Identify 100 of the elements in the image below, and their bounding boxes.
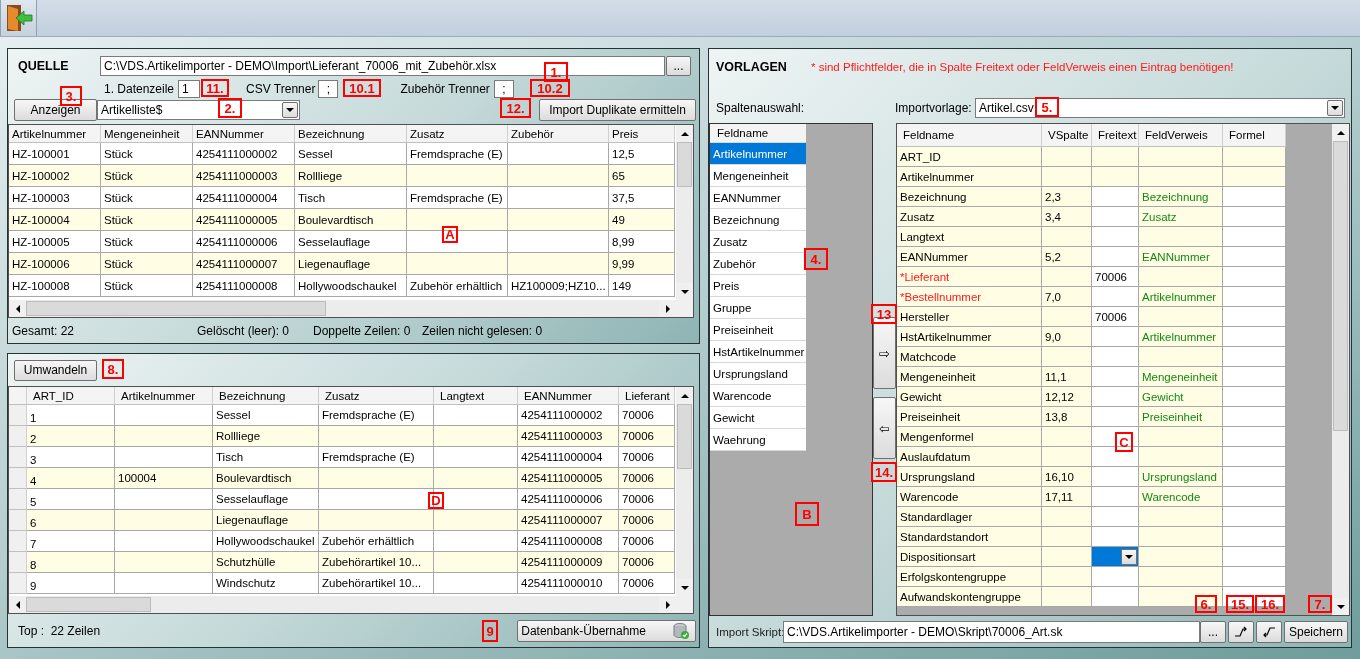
table-cell: Langtext [897,227,1042,247]
browse-button[interactable]: ... [1200,620,1226,643]
table-cell: Auslaufdatum [897,447,1042,467]
table-cell: 4254111000004 [518,447,619,468]
table-cell: Preiseinheit [1139,407,1223,427]
table-cell: Zubehörartikel 10... [319,573,434,594]
table-cell: Gewicht [1139,387,1223,407]
column-header: Langtext [434,387,518,405]
annotation-marker: 2. [218,98,242,118]
scroll-up-button[interactable] [676,387,693,404]
table-cell: Stück [101,231,193,253]
convert-button[interactable]: Umwandeln [14,359,97,381]
annotation-marker: 7. [1308,595,1332,613]
table-cell: 4254111000004 [193,187,295,209]
annotation-marker: B [795,502,819,526]
table-cell: Boulevardtisch [213,468,319,489]
table-cell: 49 [609,209,675,231]
table-cell: *Lieferant [897,267,1042,287]
table-cell: 5 [27,489,115,510]
table-cell: 37,5 [609,187,675,209]
table-cell: Sessel [295,143,407,165]
separator-field[interactable]: ; [318,80,339,98]
script-path-field[interactable]: C:\VDS.Artikelimporter - DEMO\Skript\70006_Art.sk [783,620,1200,643]
move-left-button[interactable]: ⇦ [873,397,896,459]
import-button[interactable] [1256,620,1282,643]
table-cell: 4254111000005 [518,468,619,489]
number-field[interactable]: 1 [178,80,201,98]
column-header: Formel [1223,124,1286,147]
table-cell: 4254111000008 [518,531,619,552]
table-cell: 70006 [619,468,675,489]
table-cell: 4254111000002 [518,405,619,426]
table-cell [1042,307,1092,327]
table-cell [1042,567,1092,587]
scrollbar-thumb[interactable] [677,142,692,187]
column-header: Mengeneinheit [101,125,193,143]
table-cell: HZ-100005 [9,231,101,253]
exit-button[interactable] [0,0,37,36]
scrollbar-thumb[interactable] [26,597,151,612]
table-cell: Stück [101,187,193,209]
table-cell: Standardlager [897,507,1042,527]
annotation-marker: 15. [1226,595,1254,613]
column-header: Artikelnummer [115,387,213,405]
table-cell: 70006 [1092,267,1139,287]
dropdown-button[interactable] [282,102,298,118]
table-cell: 70006 [619,405,675,426]
annotation-marker: 13 [871,304,897,324]
table-cell: Artikelnummer [1139,327,1223,347]
column-header: Preis [609,125,675,143]
browse-button[interactable]: ... [666,56,691,76]
scrollbar-thumb[interactable] [1333,141,1348,431]
scroll-left-button[interactable] [9,300,26,317]
scroll-down-button[interactable] [676,283,693,300]
table-cell: 4254111000006 [518,489,619,510]
save-button[interactable]: Speichern [1284,620,1348,643]
annotation-marker: 12. [500,98,531,118]
table-cell: Mengenformel [897,427,1042,447]
table-cell: Fremdsprache (E) [407,187,508,209]
down-arrow-icon [1336,604,1345,609]
annotation-marker: 5. [1035,97,1059,117]
scroll-up-button[interactable] [676,125,693,142]
table-cell: 4254111000002 [193,143,295,165]
scroll-left-button[interactable] [9,596,26,613]
field-label: Importvorlage: [895,101,973,115]
separator-field[interactable]: ; [493,80,514,98]
table-cell: Fremdsprache (E) [319,447,434,468]
table-cell: 70006 [619,426,675,447]
scroll-right-button[interactable] [659,300,676,317]
table-cell: Boulevardtisch [295,209,407,231]
field-label: CSV Trenner [246,82,316,96]
table-cell: 17,11 [1042,487,1092,507]
scroll-down-button[interactable] [676,579,693,596]
table-cell: Tisch [213,447,319,468]
table-cell [1042,167,1092,187]
scroll-up-button[interactable] [1332,124,1349,141]
selected-option: Artikelliste$ [101,103,163,117]
export-button[interactable] [1228,620,1254,643]
table-cell: HZ-100002 [9,165,101,187]
scrollbar-thumb[interactable] [26,301,326,316]
table-cell: Ursprungsland [1139,467,1223,487]
row-header [9,531,27,552]
import-button[interactable]: Datenbank-Übernahme [517,619,696,642]
dropdown-button[interactable] [1121,548,1137,565]
table-cell: Mengeneinheit [1139,367,1223,387]
duplicates-button[interactable]: Import Duplikate ermitteln [539,99,696,121]
scrollbar-thumb[interactable] [677,404,692,469]
dropdown-button[interactable] [1327,100,1343,116]
table-cell: EANNummer [1139,247,1223,267]
column-header: Zusatz [319,387,434,405]
table-cell: Erfolgskontengruppe [897,567,1042,587]
status-text: Doppelte Zeilen: 0 [313,323,412,338]
table-cell: Warencode [897,487,1042,507]
table-cell: Schutzhülle [213,552,319,573]
annotation-marker: C [1115,432,1133,452]
list-item[interactable]: Artikelnummer [710,143,806,165]
column-header: Zubehör [508,125,609,143]
scroll-down-button[interactable] [1332,598,1349,615]
table-cell: 4254111000006 [193,231,295,253]
scroll-right-button[interactable] [659,596,676,613]
right-arrow-icon [665,600,670,609]
right-arrow-icon [665,304,670,313]
